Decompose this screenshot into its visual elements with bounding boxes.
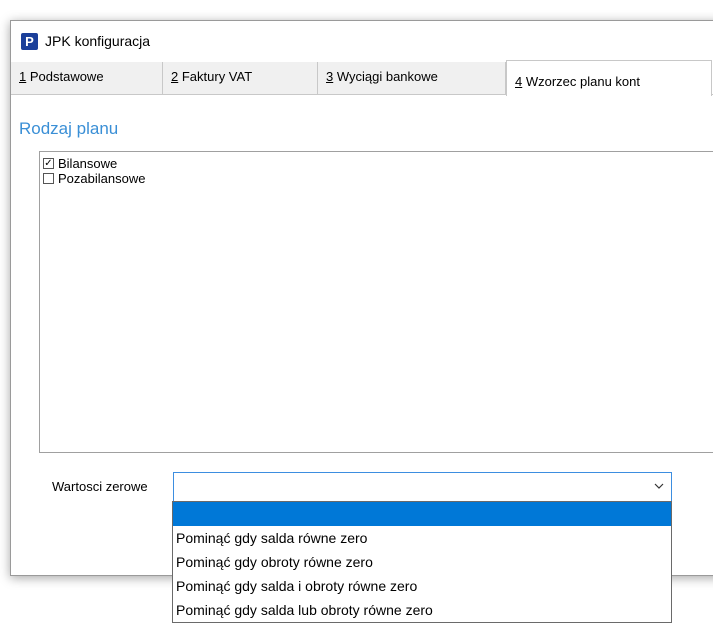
app-p-icon: P — [21, 33, 38, 50]
tab-label: Wzorzec planu kont — [522, 74, 641, 89]
tab-strip: 1 Podstawowe 2 Faktury VAT 3 Wyciągi ban… — [11, 60, 713, 96]
section-title: Rodzaj planu — [19, 119, 119, 138]
dropdown-option-salda[interactable]: Pominąć gdy salda równe zero — [173, 526, 671, 550]
plan-type-list: ✓ Bilansowe Pozabilansowe — [39, 151, 713, 453]
tab-label: Faktury VAT — [178, 69, 253, 84]
jpk-config-window: P JPK konfiguracja 1 Podstawowe 2 Faktur… — [10, 20, 713, 576]
zero-values-dropdown-list: Pominąć gdy salda równe zero Pominąć gdy… — [172, 501, 672, 623]
tab-faktury-vat[interactable]: 2 Faktury VAT — [163, 62, 318, 94]
plan-type-label: Bilansowe — [58, 156, 118, 171]
dropdown-option-salda-i-obroty[interactable]: Pominąć gdy salda i obroty równe zero — [173, 574, 671, 598]
plan-type-pozabilansowe[interactable]: Pozabilansowe — [43, 171, 145, 186]
chevron-down-icon[interactable] — [653, 480, 665, 492]
tab-podstawowe[interactable]: 1 Podstawowe — [11, 62, 163, 94]
window-title: JPK konfiguracja — [45, 33, 151, 49]
plan-type-label: Pozabilansowe — [58, 171, 146, 186]
dropdown-option-salda-lub-obroty[interactable]: Pominąć gdy salda lub obroty równe zero — [173, 598, 671, 622]
dropdown-option-empty[interactable] — [173, 502, 671, 526]
zero-values-label: Wartosci zerowe — [52, 479, 148, 494]
tab-wzorzec-planu-kont[interactable]: 4 Wzorzec planu kont — [506, 60, 712, 96]
plan-type-bilansowe[interactable]: ✓ Bilansowe — [43, 156, 117, 171]
zero-values-combobox[interactable] — [173, 472, 672, 502]
tab-wyciagi-bankowe[interactable]: 3 Wyciągi bankowe — [318, 62, 506, 94]
checkbox-checked[interactable]: ✓ — [43, 158, 54, 170]
checkbox-unchecked[interactable] — [43, 173, 54, 185]
tab-label: Podstawowe — [26, 69, 104, 84]
dropdown-option-obroty[interactable]: Pominąć gdy obroty równe zero — [173, 550, 671, 574]
title-bar: P JPK konfiguracja — [11, 21, 713, 61]
tab-label: Wyciągi bankowe — [333, 69, 438, 84]
